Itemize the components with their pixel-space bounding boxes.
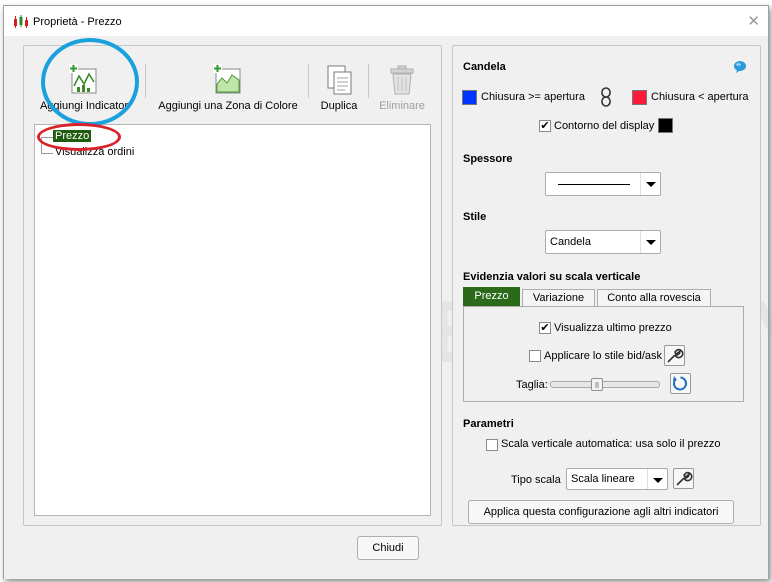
duplicate-button[interactable]: Duplica — [314, 64, 364, 112]
indicator-list-panel: Aggiungi Indicator Aggiungi una Zona di … — [23, 45, 442, 526]
add-indicator-label: Aggiungi Indicator — [39, 100, 129, 112]
thickness-combobox[interactable] — [545, 172, 661, 196]
add-color-zone-icon — [213, 64, 241, 94]
scale-settings-button[interactable] — [673, 468, 694, 489]
toolbar-separator — [145, 64, 146, 98]
trash-icon — [390, 65, 414, 95]
tree-item-prezzo[interactable]: Prezzo — [53, 130, 92, 142]
scale-type-combobox[interactable]: Scala lineare — [566, 468, 668, 490]
style-combobox[interactable]: Candela — [545, 230, 661, 254]
show-last-price-label: Visualizza ultimo prezzo — [554, 322, 672, 334]
bid-ask-settings-button[interactable] — [664, 345, 685, 366]
chevron-down-icon — [640, 231, 660, 253]
tree-connector — [41, 137, 42, 153]
tab-prezzo[interactable]: Prezzo — [463, 287, 520, 306]
display-outline-label: Contorno del display — [554, 120, 655, 132]
down-candle-color-swatch[interactable] — [632, 90, 647, 105]
close-button[interactable]: Chiudi — [357, 536, 419, 560]
wrench-icon — [667, 348, 684, 363]
indicator-tree: Prezzo Visualizza ordini — [34, 124, 431, 516]
window-title: Proprietà - Prezzo — [33, 16, 122, 28]
vertical-scale-section-title: Evidenzia valori su scala verticale — [463, 271, 641, 283]
close-lt-open-label: Chiusura < apertura — [651, 91, 749, 103]
close-ge-open-label: Chiusura >= apertura — [481, 91, 585, 103]
tree-connector — [41, 137, 53, 138]
wrench-icon — [676, 471, 693, 486]
apply-bid-ask-checkbox[interactable] — [529, 350, 541, 362]
size-label: Taglia: — [516, 379, 548, 391]
dialog-body: DEMO VERSION Aggiungi Indicator — [4, 36, 772, 579]
candle-section-title: Candela — [463, 61, 506, 73]
up-candle-color-swatch[interactable] — [462, 90, 477, 105]
grip-icon — [595, 382, 599, 388]
price-tab-panel: ✔ Visualizza ultimo prezzo Applicare lo … — [463, 306, 744, 402]
style-section-title: Stile — [463, 211, 487, 223]
reset-size-button[interactable] — [670, 373, 691, 394]
tree-item-show-orders[interactable]: Visualizza ordini — [55, 146, 134, 158]
toolbar-separator — [308, 64, 309, 98]
help-bubble-icon[interactable] — [733, 60, 747, 73]
apply-bid-ask-label: Applicare lo stile bid/ask — [544, 350, 663, 362]
delete-button[interactable]: Eliminare — [374, 64, 430, 112]
add-indicator-button[interactable]: Aggiungi Indicator — [38, 64, 130, 112]
show-last-price-checkbox[interactable]: ✔ — [539, 322, 551, 334]
refresh-icon — [673, 376, 687, 391]
chevron-down-icon — [640, 173, 660, 195]
size-slider-track[interactable] — [550, 381, 660, 388]
scale-type-label: Tipo scala — [511, 474, 561, 486]
outline-color-swatch[interactable] — [658, 118, 673, 133]
chevron-down-icon — [647, 469, 667, 489]
add-color-zone-button[interactable]: Aggiungi una Zona di Colore — [152, 64, 304, 112]
link-chain-icon[interactable] — [600, 87, 612, 107]
toolbar-separator — [368, 64, 369, 98]
apply-config-button[interactable]: Applica questa configurazione agli altri… — [468, 500, 734, 524]
parameters-section-title: Parametri — [463, 418, 514, 430]
duplicate-icon — [327, 65, 352, 95]
title-bar: Proprietà - Prezzo ✕ — [4, 6, 768, 36]
size-slider-thumb[interactable] — [591, 378, 603, 391]
candlestick-app-icon — [14, 15, 28, 28]
style-selected-value: Candela — [550, 236, 591, 248]
add-indicator-icon — [69, 64, 97, 94]
scale-type-selected-value: Scala lineare — [571, 473, 635, 485]
line-thickness-preview — [558, 184, 630, 185]
display-outline-checkbox[interactable]: ✔ — [539, 120, 551, 132]
auto-scale-label: Scala verticale automatica: usa solo il … — [501, 438, 721, 450]
add-color-zone-label: Aggiungi una Zona di Colore — [158, 100, 298, 112]
thickness-section-title: Spessore — [463, 153, 513, 165]
tree-connector — [41, 153, 53, 154]
properties-dialog: Proprietà - Prezzo ✕ DEMO VERSION Aggiun… — [3, 5, 772, 579]
close-icon[interactable]: ✕ — [747, 12, 760, 30]
delete-label: Eliminare — [379, 100, 425, 112]
auto-scale-checkbox[interactable] — [486, 439, 498, 451]
properties-panel: Candela Chiusura >= apertura Chiusura < … — [452, 45, 761, 526]
duplicate-label: Duplica — [320, 100, 358, 112]
